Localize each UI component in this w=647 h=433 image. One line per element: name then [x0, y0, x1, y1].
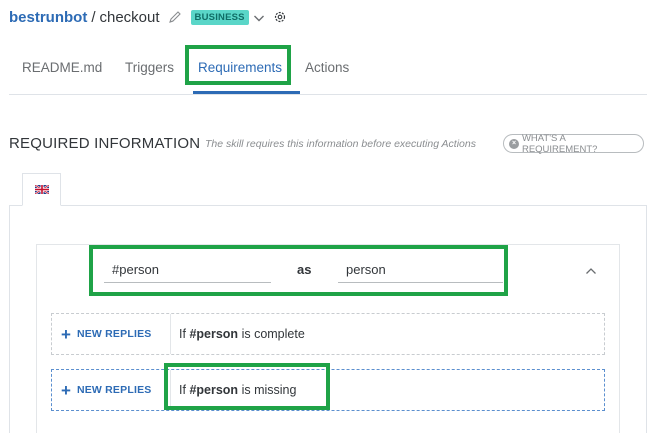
highlight-box-fields	[89, 245, 508, 296]
tab-readme[interactable]: README.md	[22, 60, 102, 75]
language-tab-en[interactable]	[22, 173, 61, 206]
uk-flag-icon	[33, 181, 50, 199]
skill-tabs: README.md Triggers Requirements Actions	[9, 44, 647, 95]
reply-row-complete: + NEW REPLIES If #person is complete	[51, 313, 605, 355]
whats-a-requirement-label: WHAT'S A REQUIREMENT?	[521, 132, 598, 155]
active-tab-indicator	[193, 91, 300, 94]
tab-triggers[interactable]: Triggers	[125, 60, 174, 75]
condition-prefix: If	[179, 327, 186, 341]
bot-name-link[interactable]: bestrunbot	[9, 9, 87, 26]
section-title: REQUIRED INFORMATION	[9, 135, 201, 152]
tab-actions[interactable]: Actions	[305, 60, 349, 75]
plus-icon: +	[61, 380, 71, 400]
section-description: The skill requires this information befo…	[205, 138, 476, 150]
whats-a-requirement-button[interactable]: × WHAT'S A REQUIREMENT?	[503, 132, 644, 155]
close-circle-icon: ×	[509, 138, 519, 149]
reply-condition[interactable]: If #person is complete	[171, 327, 305, 341]
highlight-box-condition	[164, 363, 330, 410]
highlight-box-tab	[185, 45, 291, 85]
business-badge: BUSINESS	[190, 9, 249, 25]
skill-name: checkout	[99, 8, 160, 26]
pencil-icon[interactable]	[168, 10, 182, 24]
condition-entity: #person	[189, 327, 239, 341]
new-replies-button[interactable]: + NEW REPLIES	[52, 314, 171, 354]
gear-icon[interactable]	[273, 10, 287, 24]
chevron-down-icon[interactable]	[253, 11, 265, 23]
new-replies-label: NEW REPLIES	[76, 384, 152, 396]
skill-header: bestrunbot / checkout BUSINESS	[9, 6, 287, 28]
breadcrumb-separator: /	[91, 8, 96, 26]
chevron-up-icon[interactable]	[585, 263, 597, 274]
condition-suffix: is complete	[241, 327, 305, 341]
plus-icon: +	[61, 324, 71, 344]
new-replies-label: NEW REPLIES	[76, 328, 152, 340]
new-replies-button[interactable]: + NEW REPLIES	[52, 370, 171, 410]
